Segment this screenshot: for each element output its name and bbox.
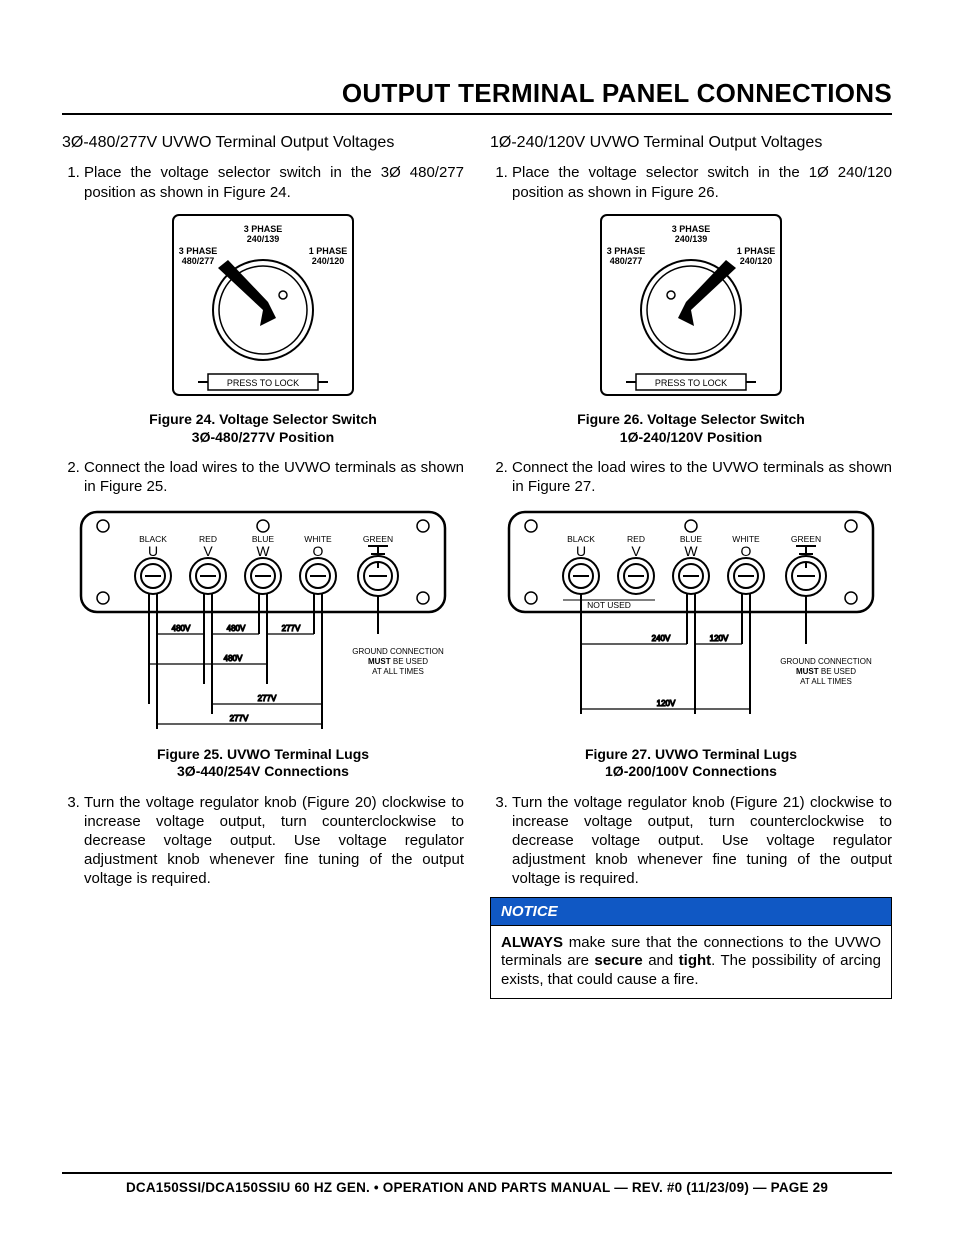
svg-text:240/139: 240/139 [675, 234, 708, 244]
right-step-1: Place the voltage selector switch in the… [512, 163, 892, 201]
svg-text:277V: 277V [230, 714, 249, 723]
svg-text:480/277: 480/277 [182, 256, 215, 266]
svg-text:O: O [741, 543, 752, 559]
svg-text:PRESS TO LOCK: PRESS TO LOCK [655, 378, 727, 388]
right-step-2: Connect the load wires to the UVWO termi… [512, 458, 892, 496]
svg-text:AT ALL TIMES: AT ALL TIMES [800, 677, 852, 686]
svg-text:277V: 277V [258, 694, 277, 703]
svg-text:240/120: 240/120 [740, 256, 773, 266]
page-title: OUTPUT TERMINAL PANEL CONNECTIONS [62, 78, 892, 115]
svg-text:GROUND CONNECTION: GROUND CONNECTION [352, 647, 444, 656]
svg-text:480V: 480V [224, 654, 243, 663]
svg-text:AT ALL TIMES: AT ALL TIMES [372, 667, 424, 676]
figure-25-caption: Figure 25. UVWO Terminal Lugs3Ø-440/254V… [62, 746, 464, 781]
svg-text:1 PHASE: 1 PHASE [737, 246, 776, 256]
svg-text:480V: 480V [172, 624, 191, 633]
svg-text:V: V [203, 543, 213, 559]
figure-26-diagram: 3 PHASE 240/139 3 PHASE 480/277 1 PHASE … [596, 210, 786, 405]
svg-text:W: W [684, 543, 698, 559]
svg-text:U: U [576, 543, 586, 559]
svg-text:NOT USED: NOT USED [587, 600, 631, 610]
svg-text:240/139: 240/139 [247, 234, 280, 244]
svg-text:V: V [631, 543, 641, 559]
left-step-1: Place the voltage selector switch in the… [84, 163, 464, 201]
svg-text:240/120: 240/120 [312, 256, 345, 266]
left-step-2: Connect the load wires to the UVWO termi… [84, 458, 464, 496]
svg-text:U: U [148, 543, 158, 559]
svg-text:GREEN: GREEN [791, 534, 821, 544]
notice-box: NOTICE ALWAYS make sure that the connect… [490, 897, 892, 999]
svg-text:240V: 240V [652, 634, 671, 643]
figure-25-diagram: BLACK RED BLUE WHITE GREEN U V W O [73, 504, 453, 739]
svg-text:120V: 120V [657, 699, 676, 708]
svg-text:3 PHASE: 3 PHASE [179, 246, 218, 256]
right-column: 1Ø-240/120V UVWO Terminal Output Voltage… [490, 129, 892, 999]
figure-24-diagram: 3 PHASE 240/139 3 PHASE 480/277 1 PHASE … [168, 210, 358, 405]
svg-text:W: W [256, 543, 270, 559]
figure-27-caption: Figure 27. UVWO Terminal Lugs1Ø-200/100V… [490, 746, 892, 781]
svg-text:O: O [313, 543, 324, 559]
svg-text:3 PHASE: 3 PHASE [244, 224, 283, 234]
left-subhead: 3Ø-480/277V UVWO Terminal Output Voltage… [62, 133, 464, 153]
svg-text:3 PHASE: 3 PHASE [607, 246, 646, 256]
svg-text:MUST BE USED: MUST BE USED [368, 657, 428, 666]
svg-text:PRESS TO LOCK: PRESS TO LOCK [227, 378, 299, 388]
svg-text:120V: 120V [710, 634, 729, 643]
svg-text:480V: 480V [227, 624, 246, 633]
figure-27-diagram: BLACK RED BLUE WHITE GREEN U V W O [501, 504, 881, 739]
right-step-3: Turn the voltage regulator knob (Figure … [512, 793, 892, 889]
svg-text:1 PHASE: 1 PHASE [309, 246, 348, 256]
figure-24-caption: Figure 24. Voltage Selector Switch3Ø-480… [62, 411, 464, 446]
svg-text:GROUND CONNECTION: GROUND CONNECTION [780, 657, 872, 666]
right-subhead: 1Ø-240/120V UVWO Terminal Output Voltage… [490, 133, 892, 153]
left-step-3: Turn the voltage regulator knob (Figure … [84, 793, 464, 889]
page-footer: DCA150SSI/DCA150SSIU 60 HZ GEN. • OPERAT… [62, 1172, 892, 1195]
svg-text:MUST BE USED: MUST BE USED [796, 667, 856, 676]
notice-body: ALWAYS make sure that the connections to… [490, 925, 892, 999]
figure-26-caption: Figure 26. Voltage Selector Switch1Ø-240… [490, 411, 892, 446]
svg-text:277V: 277V [282, 624, 301, 633]
svg-text:3 PHASE: 3 PHASE [672, 224, 711, 234]
left-column: 3Ø-480/277V UVWO Terminal Output Voltage… [62, 129, 464, 999]
svg-text:480/277: 480/277 [610, 256, 643, 266]
svg-text:GREEN: GREEN [363, 534, 393, 544]
notice-heading: NOTICE [490, 897, 892, 925]
